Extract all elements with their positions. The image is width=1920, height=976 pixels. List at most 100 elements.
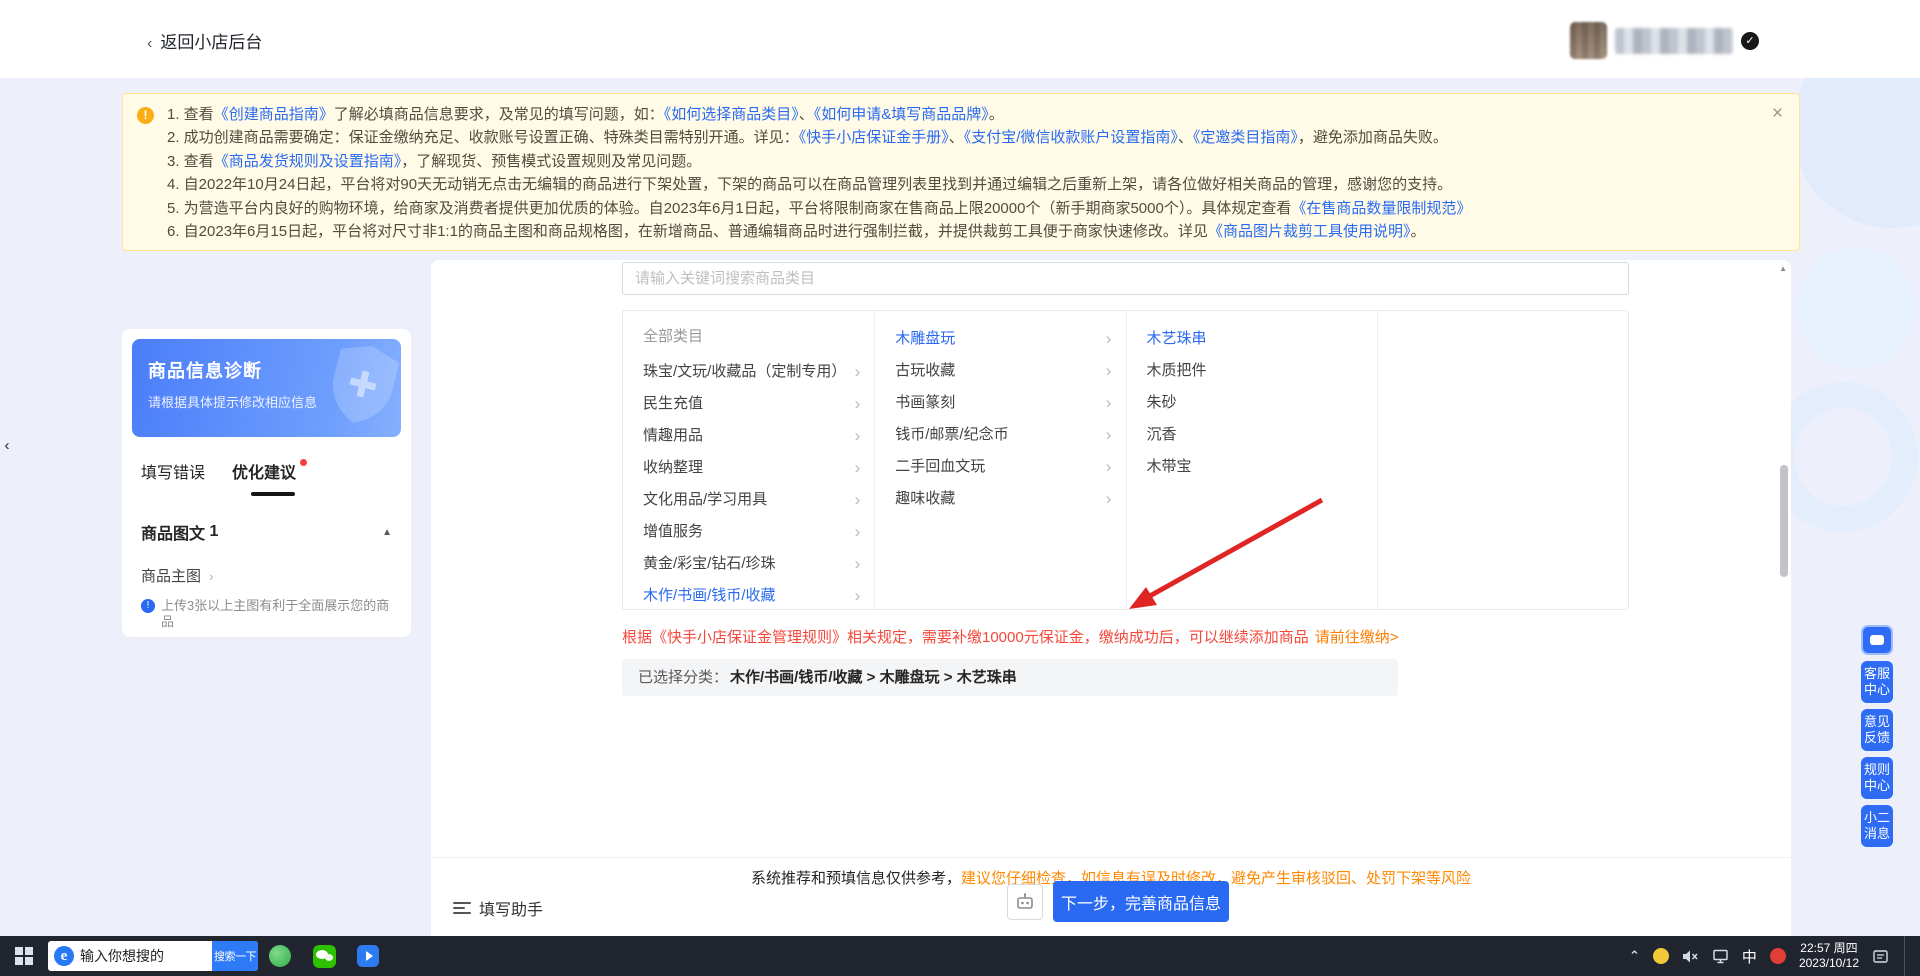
taskbar-search-box[interactable]: e 输入你想搜的 搜索一下 bbox=[48, 941, 258, 971]
customer-service-icon[interactable] bbox=[1861, 625, 1893, 655]
footer-divider bbox=[431, 857, 1791, 858]
category-item[interactable]: 木艺珠串 bbox=[1127, 323, 1377, 355]
chevron-right-icon: › bbox=[209, 568, 214, 584]
app-blue-icon[interactable] bbox=[346, 936, 390, 976]
section-product-media[interactable]: 商品图文 1 ▲ bbox=[141, 520, 392, 544]
notice-link[interactable]: 《定邀类目指南》 bbox=[1193, 129, 1298, 146]
notice-link[interactable]: 《支付宝/微信收款账户设置指南》 bbox=[964, 129, 1178, 146]
category-item[interactable]: 黄金/彩宝/钻石/珍珠› bbox=[623, 548, 874, 580]
category-item[interactable]: 珠宝/文玩/收藏品（定制专用）› bbox=[623, 356, 874, 388]
notice-text: 1. 查看 bbox=[167, 106, 214, 123]
category-item[interactable]: 趣味收藏› bbox=[875, 483, 1125, 515]
collapse-caret-icon[interactable]: ▲ bbox=[382, 527, 392, 538]
category-item[interactable]: 民生充值› bbox=[623, 388, 874, 420]
chevron-right-icon: › bbox=[855, 357, 861, 387]
tray-red-app-icon[interactable] bbox=[1770, 948, 1786, 964]
next-step-button[interactable]: 下一步，完善商品信息 bbox=[1053, 881, 1229, 922]
category-item-label: 木艺珠串 bbox=[1147, 323, 1363, 355]
speaker-muted-icon[interactable] bbox=[1682, 949, 1699, 964]
show-desktop-strip[interactable] bbox=[1904, 936, 1910, 976]
back-to-shop-link[interactable]: ‹返回小店后台 bbox=[147, 28, 262, 53]
app-wechat-icon[interactable] bbox=[302, 936, 346, 976]
chevron-right-icon: › bbox=[855, 389, 861, 419]
ai-robot-button[interactable] bbox=[1007, 884, 1043, 920]
notice-line: 1. 查看《创建商品指南》了解必填商品信息要求，及常见的填写问题，如：《如何选择… bbox=[167, 103, 1753, 126]
pay-deposit-link[interactable]: 请前往缴纳> bbox=[1315, 629, 1399, 646]
category-item[interactable]: 木雕盘玩› bbox=[875, 323, 1125, 355]
notification-center-icon[interactable] bbox=[1872, 949, 1889, 964]
main-image-tip: ! 上传3张以上主图有利于全面展示您的商品 bbox=[141, 598, 392, 630]
chevron-right-icon: › bbox=[1106, 324, 1112, 354]
ime-indicator[interactable]: 中 bbox=[1742, 946, 1757, 967]
category-item[interactable]: 书画篆刻› bbox=[875, 387, 1125, 419]
network-icon[interactable] bbox=[1712, 949, 1729, 964]
tray-yellow-app-icon[interactable] bbox=[1653, 948, 1669, 964]
tab-optimize-suggestions[interactable]: 优化建议 bbox=[232, 459, 296, 483]
close-icon[interactable]: × bbox=[1772, 104, 1783, 123]
notice-text: 。 bbox=[1410, 223, 1425, 240]
category-item[interactable]: 木质把件 bbox=[1127, 355, 1377, 387]
notice-link[interactable]: 《商品图片裁剪工具使用说明》 bbox=[1208, 223, 1411, 240]
category-item[interactable]: 文化用品/学习用具› bbox=[623, 484, 874, 516]
category-item-label: 木雕盘玩 bbox=[895, 323, 1106, 355]
category-item-label: 书画篆刻 bbox=[895, 387, 1106, 419]
notice-line: 2. 成功创建商品需要确定：保证金缴纳充足、收款账号设置正确、特殊类目需特别开通… bbox=[167, 126, 1753, 149]
account-area[interactable]: ✓ bbox=[1570, 22, 1759, 59]
scroll-up-icon[interactable]: ▲ bbox=[1779, 264, 1787, 273]
category-item[interactable]: 古玩收藏› bbox=[875, 355, 1125, 387]
notice-text: 、 bbox=[949, 129, 964, 146]
main-image-link[interactable]: 商品主图 › bbox=[141, 565, 392, 586]
tray-expand-icon[interactable]: ⌃ bbox=[1629, 948, 1640, 964]
app-360-icon[interactable] bbox=[258, 936, 302, 976]
category-item[interactable]: 钱币/邮票/纪念币› bbox=[875, 419, 1125, 451]
notice-text: 3. 查看 bbox=[167, 153, 214, 170]
category-item[interactable]: 木作/书画/钱币/收藏› bbox=[623, 580, 874, 609]
category-select-card: 全部类目珠宝/文玩/收藏品（定制专用）›民生充值›情趣用品›收纳整理›文化用品/… bbox=[431, 260, 1791, 936]
notice-link[interactable]: 《在售商品数量限制规范》 bbox=[1291, 200, 1471, 217]
chevron-right-icon: › bbox=[1106, 484, 1112, 514]
category-item[interactable]: 二手回血文玩› bbox=[875, 451, 1125, 483]
taskbar-clock[interactable]: 22:57 周四 2023/10/12 bbox=[1799, 941, 1859, 971]
floating-button-客服中心[interactable]: 客服中心 bbox=[1861, 661, 1893, 703]
selected-category-bar: 已选择分类：木作/书画/钱币/收藏 > 木雕盘玩 > 木艺珠串 bbox=[622, 659, 1398, 696]
notice-link[interactable]: 《快手小店保证金手册》 bbox=[799, 129, 949, 146]
category-item-label: 木作/书画/钱币/收藏 bbox=[643, 580, 855, 609]
category-item[interactable]: 情趣用品› bbox=[623, 420, 874, 452]
category-item[interactable]: 收纳整理› bbox=[623, 452, 874, 484]
start-button[interactable] bbox=[0, 936, 48, 976]
kuaishou-shop-product-page: ‹返回小店后台 ✓ ! 1. 查看《创建商品指南》了解必填商品信息要求，及常见的… bbox=[0, 0, 1920, 976]
category-column-header: 全部类目 bbox=[623, 323, 874, 356]
category-item-label: 趣味收藏 bbox=[895, 483, 1106, 515]
info-icon: ! bbox=[141, 599, 155, 613]
scrollbar-thumb[interactable] bbox=[1780, 465, 1788, 577]
fill-assistant-button[interactable]: 填写助手 bbox=[453, 896, 543, 920]
floating-button-规则中心[interactable]: 规则中心 bbox=[1861, 757, 1893, 799]
chevron-right-icon: › bbox=[855, 517, 861, 547]
notice-link[interactable]: 《创建商品指南》 bbox=[214, 106, 334, 123]
notice-link[interactable]: 《如何选择商品类目》 bbox=[664, 106, 799, 123]
category-item-label: 朱砂 bbox=[1147, 387, 1363, 419]
floating-button-小二消息[interactable]: 小二消息 bbox=[1861, 805, 1893, 847]
floating-button-意见反馈[interactable]: 意见反馈 bbox=[1861, 709, 1893, 751]
chevron-right-icon: › bbox=[1106, 420, 1112, 450]
floating-toolbar: 客服中心意见反馈规则中心小二消息 bbox=[1861, 625, 1893, 853]
chevron-right-icon: › bbox=[1106, 388, 1112, 418]
shield-icon bbox=[327, 341, 399, 427]
taskbar-search-button[interactable]: 搜索一下 bbox=[212, 941, 258, 971]
notice-text: ，了解现货、预售模式设置规则及常见问题。 bbox=[401, 153, 701, 170]
tab-fill-errors[interactable]: 填写错误 bbox=[141, 459, 205, 483]
diagnosis-header-card: 商品信息诊断 请根据具体提示修改相应信息 bbox=[132, 339, 401, 437]
category-search-input[interactable] bbox=[622, 262, 1629, 295]
category-item[interactable]: 木带宝 bbox=[1127, 451, 1377, 483]
panel-collapse-handle[interactable]: ‹ bbox=[0, 431, 14, 461]
main-image-label: 商品主图 bbox=[141, 565, 201, 586]
section-title: 商品图文 bbox=[141, 520, 205, 544]
category-item[interactable]: 增值服务› bbox=[623, 516, 874, 548]
taskbar-search-placeholder: 输入你想搜的 bbox=[80, 946, 212, 966]
category-item[interactable]: 朱砂 bbox=[1127, 387, 1377, 419]
notice-link[interactable]: 《商品发货规则及设置指南》 bbox=[214, 153, 402, 170]
category-item[interactable]: 沉香 bbox=[1127, 419, 1377, 451]
notice-link[interactable]: 《如何申请&填写商品品牌》 bbox=[814, 106, 989, 123]
warning-icon: ! bbox=[137, 107, 154, 124]
deposit-warning-text: 根据《快手小店保证金管理规则》相关规定，需要补缴10000元保证金，缴纳成功后，… bbox=[622, 629, 1309, 646]
